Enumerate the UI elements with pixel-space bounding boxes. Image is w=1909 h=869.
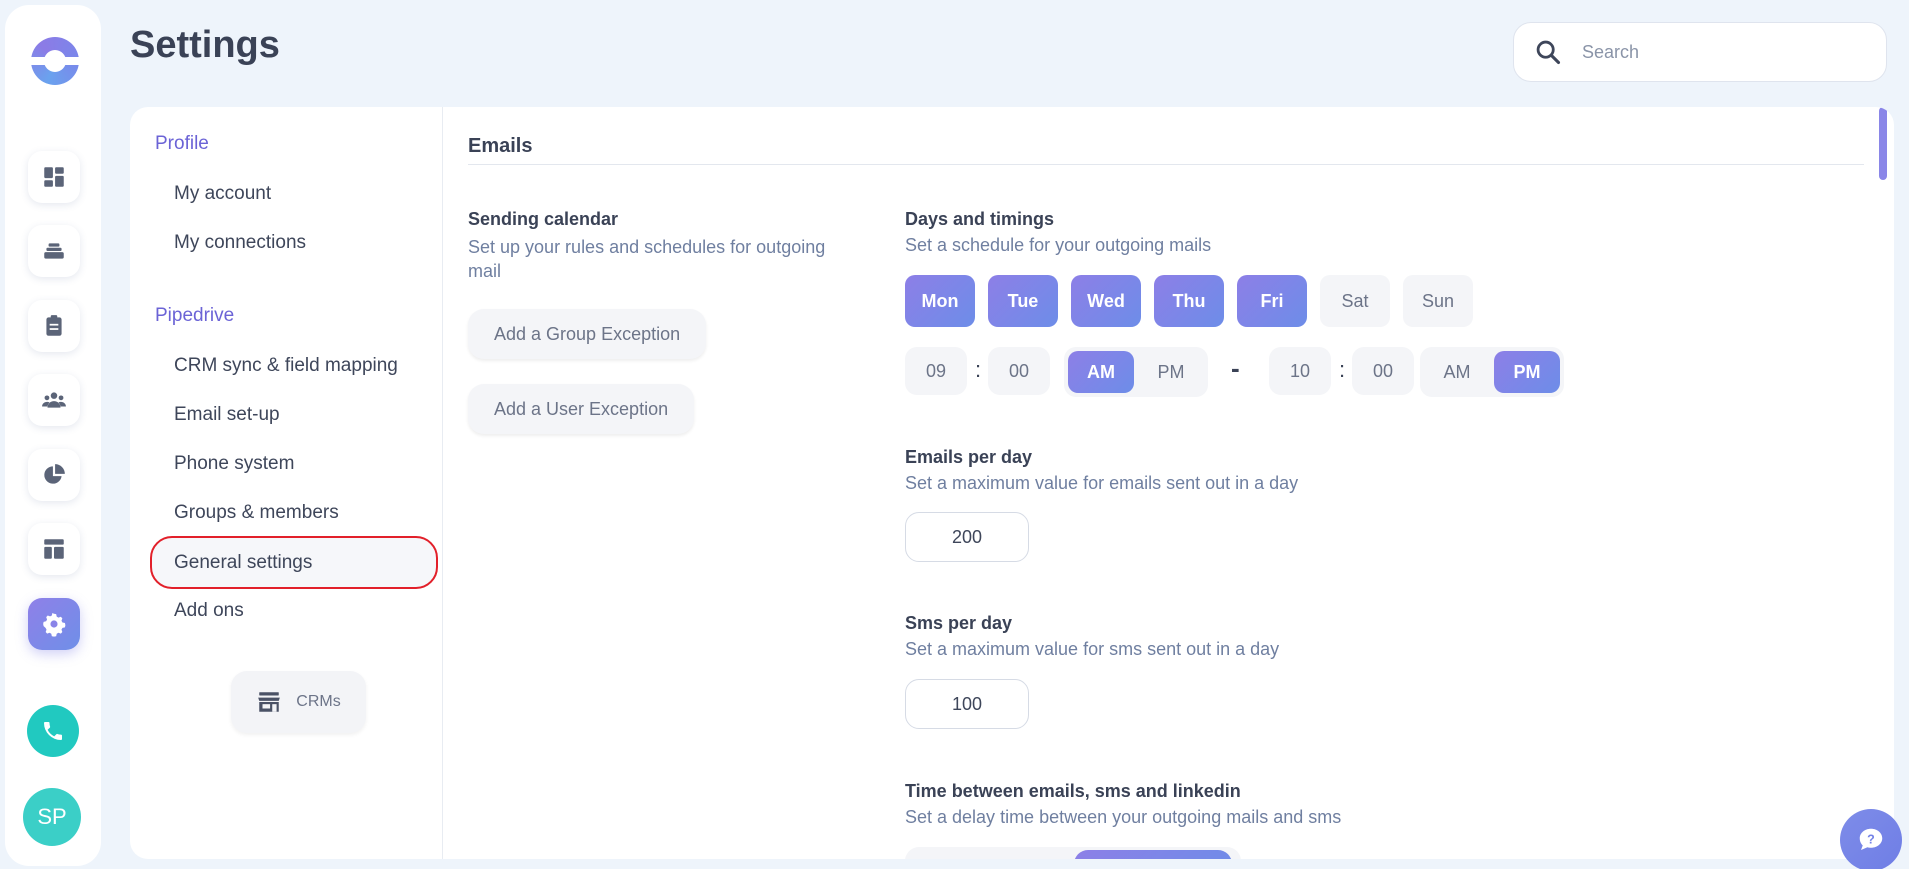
days-timings-title: Days and timings — [905, 209, 1055, 229]
day-toggle-sat[interactable]: Sat — [1320, 275, 1390, 327]
start-pm-option[interactable]: PM — [1138, 351, 1204, 393]
dashboard-icon[interactable] — [28, 151, 80, 203]
emails-per-day-input[interactable]: 200 — [905, 512, 1029, 562]
start-hour-field[interactable]: 09 — [905, 347, 967, 395]
time-range-separator: - — [1231, 353, 1240, 383]
time-colon: : — [975, 357, 982, 382]
days-timings-description: Set a schedule for your outgoing mails — [905, 235, 1212, 255]
day-toggle-thu[interactable]: Thu — [1154, 275, 1224, 327]
end-am-option[interactable]: AM — [1424, 351, 1490, 393]
emails-per-day-title: Emails per day — [905, 447, 1033, 467]
delay-toggle-selected[interactable] — [1074, 850, 1232, 859]
clipboard-icon[interactable] — [28, 300, 80, 352]
app-logo[interactable] — [31, 37, 79, 85]
add-user-exception-button[interactable]: Add a User Exception — [468, 384, 695, 434]
nav-item-add-ons[interactable]: Add ons — [174, 600, 244, 622]
phone-icon[interactable] — [27, 705, 79, 757]
layout-icon[interactable] — [28, 523, 80, 575]
delay-title: Time between emails, sms and linkedin — [905, 781, 1241, 801]
left-rail: SP — [5, 5, 101, 866]
end-minute-field[interactable]: 00 — [1352, 347, 1414, 395]
nav-item-general-settings[interactable]: General settings — [150, 536, 438, 589]
delay-description: Set a delay time between your outgoing m… — [905, 807, 1342, 827]
stack-icon[interactable] — [28, 225, 80, 277]
help-chat-icon[interactable]: ? — [1840, 809, 1902, 869]
store-icon — [258, 692, 281, 712]
pie-chart-icon[interactable] — [28, 449, 80, 501]
nav-item-email-setup[interactable]: Email set-up — [174, 404, 280, 426]
crms-label: CRMs — [296, 693, 341, 710]
nav-section-profile: Profile — [155, 133, 209, 154]
svg-text:?: ? — [1867, 832, 1875, 846]
nav-item-label: General settings — [174, 551, 313, 573]
avatar[interactable]: SP — [23, 788, 81, 846]
settings-card: Profile My account My connections Pipedr… — [130, 107, 1894, 859]
start-ampm-toggle: AM PM — [1064, 347, 1208, 397]
sending-calendar-description: Set up your rules and schedules for outg… — [468, 237, 826, 281]
day-toggle-wed[interactable]: Wed — [1071, 275, 1141, 327]
sms-per-day-input[interactable]: 100 — [905, 679, 1029, 729]
time-colon: : — [1339, 357, 1346, 382]
nav-section-pipedrive: Pipedrive — [155, 305, 235, 326]
end-pm-option[interactable]: PM — [1494, 351, 1560, 393]
divider — [468, 164, 1864, 165]
add-group-exception-button[interactable]: Add a Group Exception — [468, 309, 707, 359]
day-toggle-tue[interactable]: Tue — [988, 275, 1058, 327]
scrollbar[interactable] — [1879, 107, 1887, 180]
day-toggle-fri[interactable]: Fri — [1237, 275, 1307, 327]
start-am-option[interactable]: AM — [1068, 351, 1134, 393]
end-ampm-toggle: AM PM — [1420, 347, 1564, 397]
sms-per-day-title: Sms per day — [905, 613, 1013, 633]
team-icon[interactable] — [28, 374, 80, 426]
nav-item-crm-sync[interactable]: CRM sync & field mapping — [174, 355, 398, 377]
crms-button[interactable]: CRMs — [231, 671, 366, 733]
nav-item-my-account[interactable]: My account — [174, 183, 271, 205]
section-title: Emails — [468, 135, 533, 157]
end-hour-field[interactable]: 10 — [1269, 347, 1331, 395]
start-minute-field[interactable]: 00 — [988, 347, 1050, 395]
nav-item-phone-system[interactable]: Phone system — [174, 453, 294, 475]
day-toggle-sun[interactable]: Sun — [1403, 275, 1473, 327]
nav-item-my-connections[interactable]: My connections — [174, 232, 306, 254]
sms-per-day-description: Set a maximum value for sms sent out in … — [905, 639, 1280, 659]
emails-per-day-description: Set a maximum value for emails sent out … — [905, 473, 1299, 493]
search-input[interactable] — [1582, 41, 1862, 63]
nav-item-groups-members[interactable]: Groups & members — [174, 502, 339, 524]
search-box[interactable] — [1513, 22, 1887, 82]
settings-nav: Profile My account My connections Pipedr… — [130, 107, 443, 859]
gear-icon[interactable] — [28, 598, 80, 650]
search-icon — [1536, 40, 1561, 65]
sending-calendar-title: Sending calendar — [468, 209, 619, 229]
day-toggle-mon[interactable]: Mon — [905, 275, 975, 327]
page-title: Settings — [130, 24, 280, 66]
